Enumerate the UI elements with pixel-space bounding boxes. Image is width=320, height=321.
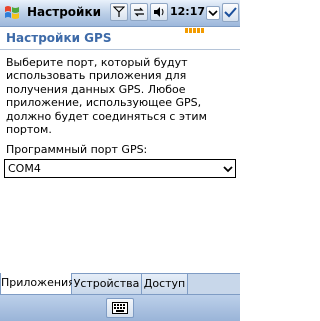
checkmark-icon [224, 7, 237, 18]
windows-flag-icon[interactable] [3, 4, 21, 22]
connectivity-icon [134, 7, 144, 17]
tab-access[interactable]: Доступ [142, 274, 188, 294]
chevron-down-icon [223, 166, 233, 173]
port-value: COM4 [8, 162, 41, 175]
tab-applications[interactable]: Приложения [0, 273, 75, 294]
signal-icon [113, 6, 125, 17]
description-text: Выберите порт, который будут использоват… [6, 56, 207, 137]
gps-port-select[interactable]: COM4 [4, 159, 236, 178]
tab-strip: Приложения Устройства Доступ [0, 273, 240, 295]
battery-indicator [185, 18, 207, 33]
page-title: Настройки GPS [6, 31, 112, 45]
keyboard-button[interactable] [106, 298, 134, 318]
port-label: Программный порт GPS: [6, 143, 148, 156]
volume-icon [154, 7, 164, 17]
keyboard-icon [112, 302, 128, 314]
title-bar: Настройки 12:17 [0, 0, 240, 33]
app-title: Настройки [27, 5, 102, 19]
ok-button[interactable] [222, 3, 239, 22]
signal-button[interactable] [110, 3, 128, 21]
tab-devices[interactable]: Устройства [72, 274, 142, 294]
port-dropdown-arrow[interactable] [219, 160, 235, 177]
clock[interactable]: 12:17 [170, 5, 205, 18]
chevron-down-icon [208, 10, 218, 17]
connectivity-button[interactable] [130, 3, 148, 21]
menu-bar [0, 294, 240, 321]
volume-button[interactable] [150, 3, 168, 21]
title-dropdown-button[interactable] [206, 6, 220, 20]
heading-divider [0, 49, 240, 50]
